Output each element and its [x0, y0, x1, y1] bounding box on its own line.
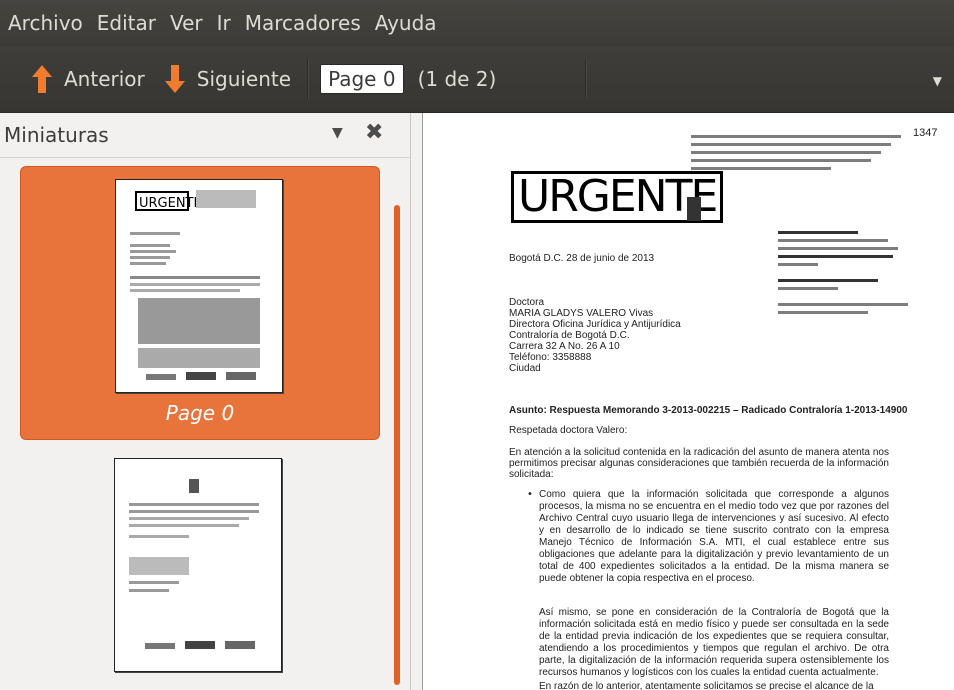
- paragraph-2: Así mismo, se pone en consideración de l…: [539, 607, 889, 678]
- menu-marcadores[interactable]: Marcadores: [239, 11, 367, 35]
- arrow-up-icon: [32, 65, 52, 93]
- page-input[interactable]: Page 0: [320, 64, 404, 94]
- address-line: Ciudad: [509, 363, 541, 374]
- address-line: Carrera 32 A No. 26 A 10: [509, 341, 620, 352]
- previous-button[interactable]: Anterior: [26, 59, 151, 99]
- address-line: Contraloría de Bogotá D.C.: [509, 330, 630, 341]
- thumbnail-label: Page 0: [165, 401, 235, 425]
- previous-label: Anterior: [64, 67, 145, 91]
- toolbar: Anterior Siguiente Page 0 (1 de 2) ▼: [0, 46, 954, 113]
- asunto-line: Asunto: Respuesta Memorando 3-2013-00221…: [509, 405, 908, 416]
- page-count: (1 de 2): [417, 67, 497, 91]
- address-block: Doctora MARIA GLADYS VALERO Vivas Direct…: [509, 297, 681, 374]
- city-date: Bogotá D.C. 28 de junio de 2013: [509, 253, 655, 264]
- sidebar-title[interactable]: Miniaturas: [4, 123, 109, 147]
- toolbar-separator-2: [585, 58, 586, 98]
- thumbnail-page-0[interactable]: URGENTE Page 0: [20, 166, 380, 440]
- thumbnail-page-1-render: [129, 479, 259, 649]
- thumbnail-list: URGENTE Page 0: [0, 158, 410, 690]
- arrow-down-icon: [164, 65, 185, 93]
- thumbnail-image: URGENTE: [115, 179, 283, 393]
- sidebar: Miniaturas ▼ ✖ URGENTE Page 0: [0, 113, 410, 690]
- bullet-dot: •: [527, 489, 533, 500]
- toolbar-separator: [307, 59, 309, 99]
- corner-number: 1347: [913, 127, 938, 139]
- address-line: MARIA GLADYS VALERO Vivas: [509, 308, 654, 319]
- address-line: Doctora: [509, 297, 545, 308]
- menu-editar[interactable]: Editar: [91, 11, 162, 35]
- logo-emblem: [687, 197, 701, 221]
- sidebar-dropdown-icon[interactable]: ▼: [332, 125, 343, 141]
- menubar: Archivo Editar Ver Ir Marcadores Ayuda: [0, 0, 954, 46]
- sidebar-header: Miniaturas ▼ ✖: [0, 113, 410, 158]
- menu-ver[interactable]: Ver: [164, 11, 209, 35]
- paragraph-1: En atención a la solicitud contenida en …: [509, 447, 889, 480]
- paragraph-3: En razón de lo anterior, atentamente sol…: [539, 681, 874, 690]
- thumb-stamp-text: URGENTE: [139, 196, 202, 211]
- thumbnail-page-1[interactable]: [114, 458, 282, 672]
- sidebar-close-icon[interactable]: ✖: [365, 120, 383, 145]
- document-view[interactable]: 1347 URGENTE Bogotá D.C. 28 de junio de …: [422, 113, 954, 690]
- greeting: Respetada doctora Valero:: [509, 425, 628, 436]
- next-label: Siguiente: [196, 67, 292, 91]
- address-line: Directora Oficina Jurídica y Antijurídic…: [509, 319, 681, 330]
- toolbar-overflow-icon[interactable]: ▼: [933, 74, 942, 88]
- menu-ayuda[interactable]: Ayuda: [369, 11, 443, 35]
- menu-ir[interactable]: Ir: [211, 11, 237, 35]
- menu-archivo[interactable]: Archivo: [2, 11, 89, 35]
- next-button[interactable]: Siguiente: [159, 59, 297, 99]
- thumbnail-page-render: URGENTE: [130, 190, 260, 380]
- bullet-1: Como quiera que la información solicitad…: [539, 489, 889, 584]
- thumbnail-scrollbar[interactable]: [394, 205, 400, 685]
- address-line: Teléfono: 3358888: [509, 352, 592, 363]
